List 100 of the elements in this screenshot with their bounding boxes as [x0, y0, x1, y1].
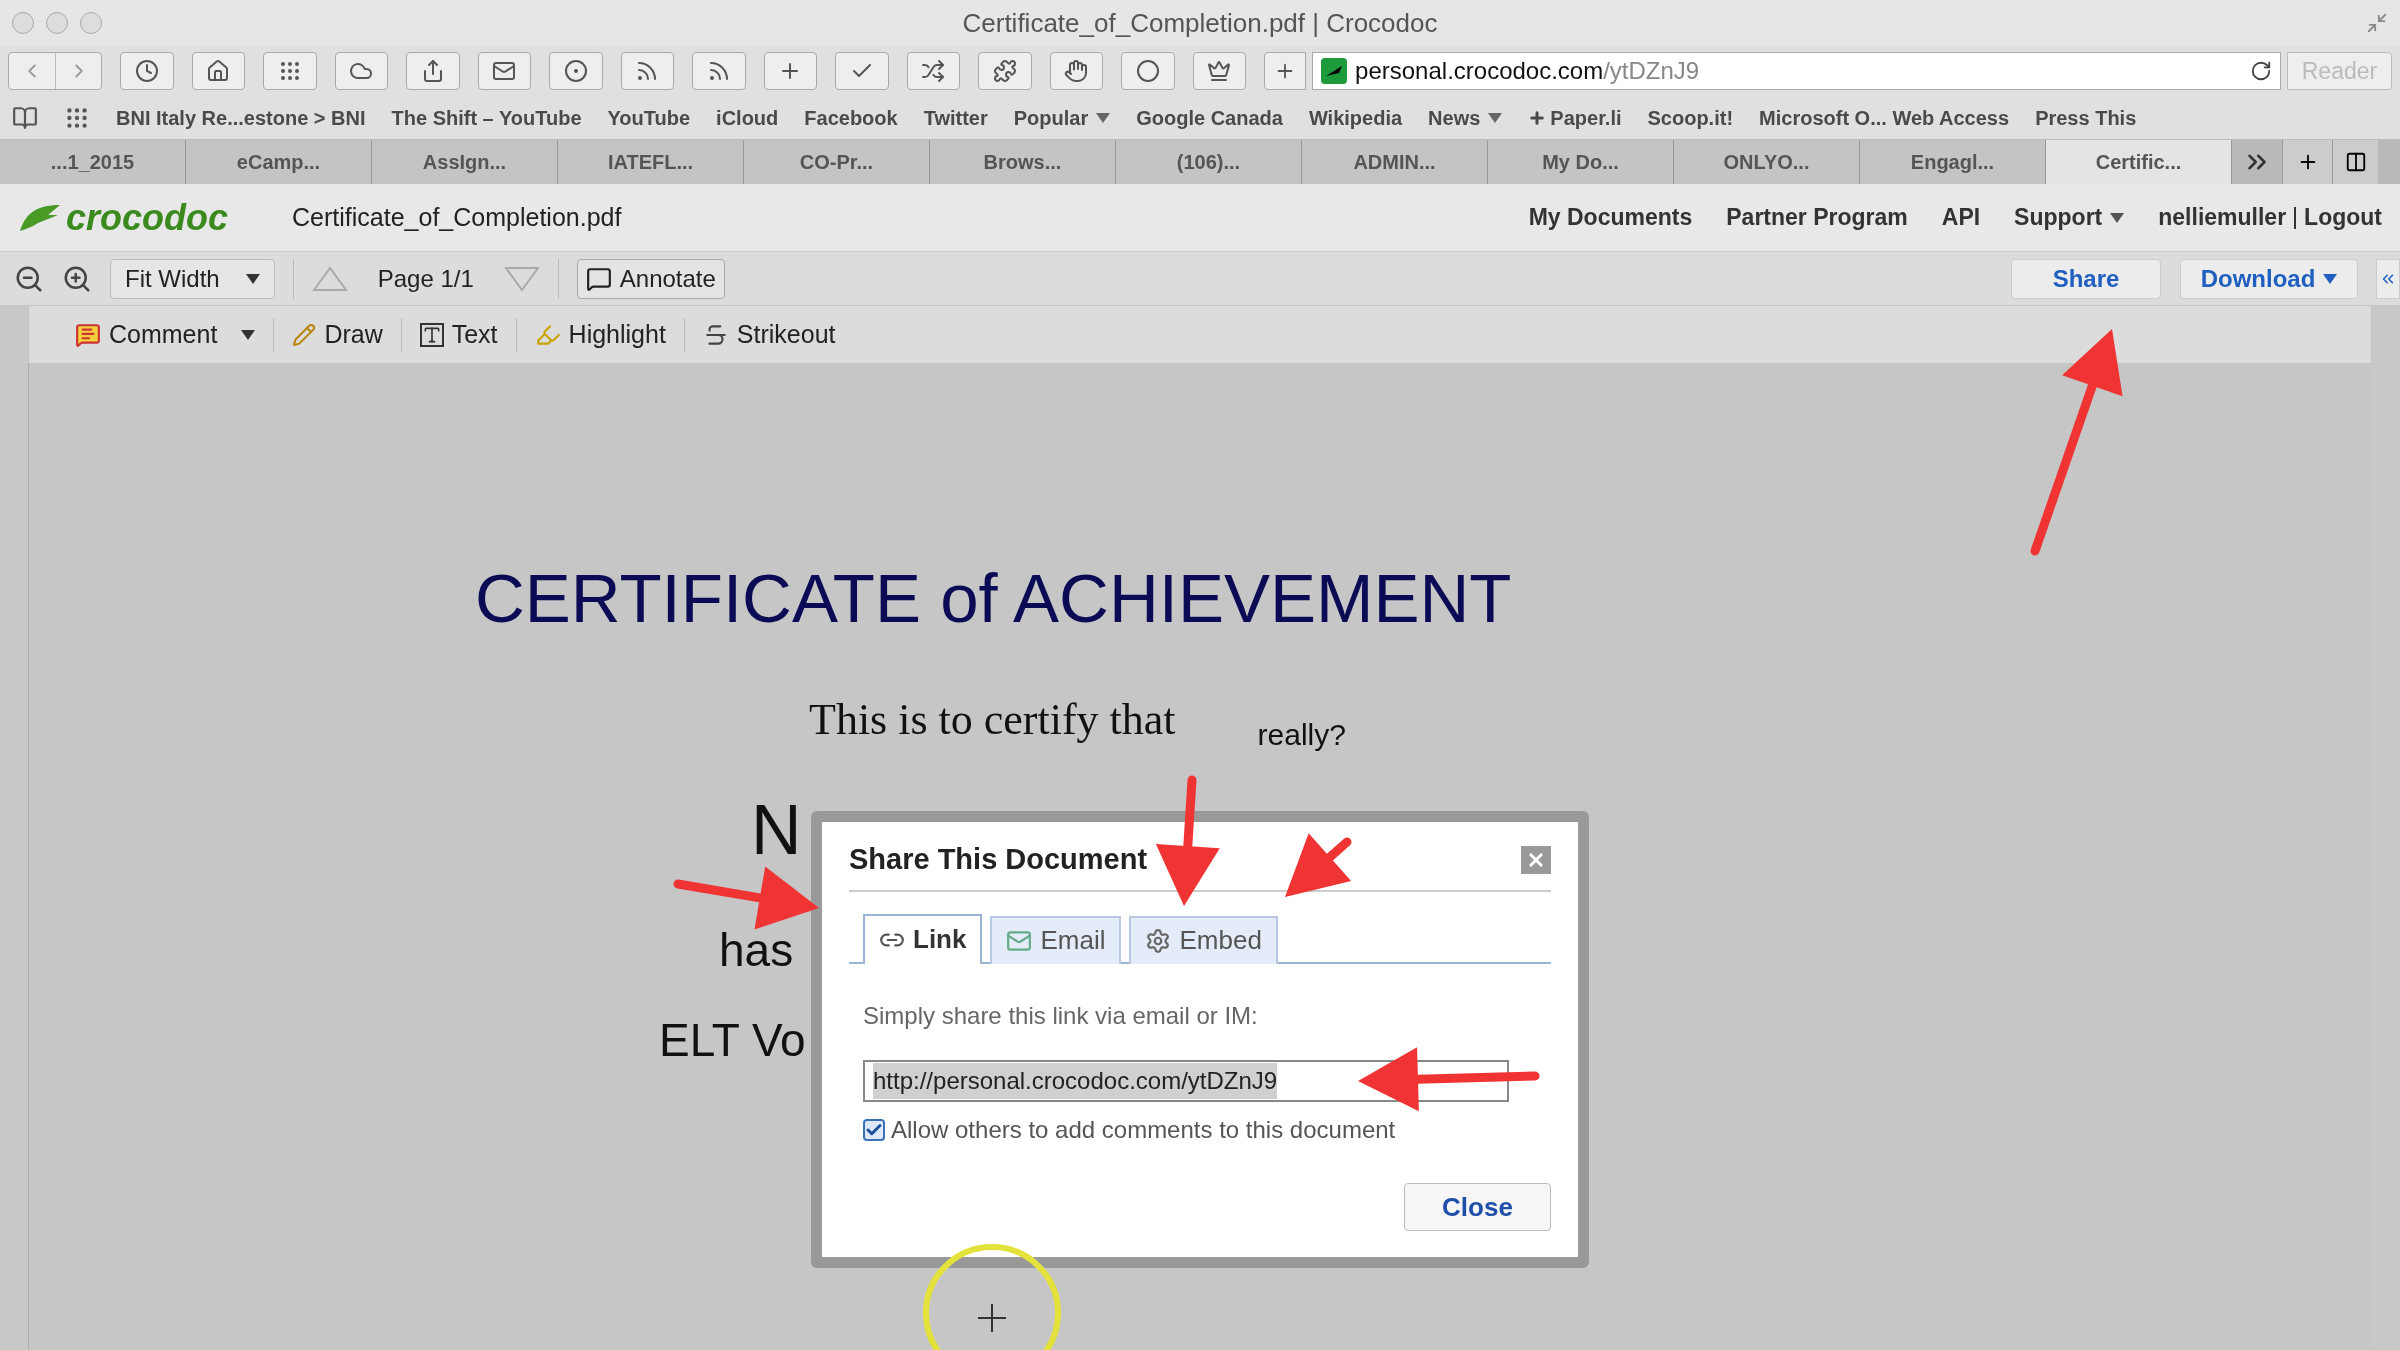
caret-icon — [1096, 112, 1111, 123]
bookmark-link[interactable]: Wikipedia — [1308, 102, 1403, 133]
bookmark-link[interactable]: BNI Italy Re...estone > BNI — [116, 102, 366, 133]
dialog-tab[interactable]: Embed — [1129, 915, 1278, 964]
circle-icon — [1135, 59, 1160, 83]
browser-tab[interactable]: My Do... — [1488, 140, 1674, 184]
nav-link[interactable]: API — [1941, 200, 1981, 235]
browser-tab[interactable]: ADMIN... — [1302, 140, 1488, 184]
browser-tab[interactable]: CO-Pr... — [744, 140, 930, 184]
certificate-title: CERTIFICATE of ACHIEVEMENT — [475, 564, 1512, 633]
nav-link[interactable]: My Documents — [1528, 200, 1693, 235]
toolbar-button[interactable] — [477, 52, 531, 90]
zoom-dropdown[interactable]: Fit Width — [110, 258, 275, 299]
logout-link[interactable]: Logout — [2304, 200, 2382, 235]
add-bookmark-button[interactable] — [1264, 52, 1307, 90]
instructions-text: Simply share this link via email or IM: — [863, 1000, 1259, 1031]
toolbar-button[interactable] — [334, 52, 388, 90]
fullscreen-icon[interactable] — [2366, 12, 2388, 34]
reload-icon[interactable] — [2249, 60, 2272, 82]
toolbar-button[interactable] — [1049, 52, 1103, 90]
toolbar-button[interactable] — [406, 52, 460, 90]
toolbar-button[interactable] — [191, 52, 245, 90]
collapse-button[interactable] — [2376, 258, 2400, 299]
annotation-tool[interactable]: Text — [415, 315, 502, 354]
dialog-tab[interactable]: Email — [990, 915, 1122, 964]
toolbar-button[interactable] — [120, 52, 174, 90]
toolbar-button[interactable] — [620, 52, 674, 90]
bookmark-link[interactable]: Scoop.it! — [1647, 102, 1734, 133]
checkbox-label: Allow others to add comments to this document — [891, 1114, 1396, 1145]
speech-bubble-icon — [585, 265, 612, 292]
bookmark-link[interactable]: Facebook — [804, 102, 898, 133]
site-icon — [1321, 58, 1348, 84]
address-bar[interactable]: personal.crocodoc.com/ytDZnJ9 — [1312, 52, 2281, 90]
caret-icon — [241, 329, 256, 340]
annotation-arrow — [1285, 833, 1352, 897]
certify-text: This is to certify that — [809, 694, 1176, 746]
close-button[interactable]: Close — [1404, 1183, 1551, 1231]
browser-tab[interactable]: Engagl... — [1860, 140, 2046, 184]
caret-icon — [245, 273, 260, 284]
recipient-name: N — [751, 795, 802, 865]
toolbar-button[interactable] — [549, 52, 603, 90]
bookmark-link[interactable]: Paper.li — [1528, 102, 1622, 133]
annotation-tool[interactable]: Strikeout — [698, 315, 840, 354]
bookmark-link[interactable]: The Shift – YouTube — [391, 102, 582, 133]
annotation-tool[interactable]: Draw — [288, 315, 387, 354]
mail-icon — [492, 59, 517, 83]
pencil-icon — [292, 322, 317, 347]
bookmark-link[interactable]: Twitter — [923, 102, 988, 133]
nav-link[interactable]: Partner Program — [1726, 200, 1908, 235]
toolbar-button[interactable] — [692, 52, 746, 90]
organization-text: ELT Vo — [659, 1017, 806, 1063]
comment-icon — [75, 321, 101, 348]
caret-icon — [2323, 273, 2338, 284]
annotation-tool[interactable]: Highlight — [530, 315, 670, 354]
browser-tab[interactable]: Brows... — [930, 140, 1116, 184]
nav-link[interactable]: Support — [2014, 200, 2125, 235]
bookmark-link[interactable]: Press This — [2035, 102, 2137, 133]
url-text: personal.crocodoc.com/ytDZnJ9 — [1355, 56, 1700, 86]
toolbar-button[interactable] — [1121, 52, 1175, 90]
toolbar-button[interactable] — [763, 52, 817, 90]
checkbox[interactable] — [863, 1118, 885, 1141]
new-tab-button[interactable] — [2282, 140, 2332, 184]
toolbar-button[interactable] — [263, 52, 317, 90]
dialog-title: Share This Document — [849, 842, 1148, 877]
annotate-button[interactable]: Annotate — [576, 258, 725, 299]
user-name[interactable]: nelliemuller — [2158, 200, 2287, 235]
bookmark-link[interactable]: YouTube — [607, 102, 691, 133]
browser-tab[interactable]: AssIgn... — [372, 140, 558, 184]
download-button[interactable]: Download — [2180, 258, 2358, 299]
logo[interactable]: crocodoc — [18, 190, 229, 245]
annotation-tool[interactable]: Comment — [71, 315, 260, 354]
share-button[interactable]: Share — [2011, 258, 2161, 299]
shuffle-icon — [921, 59, 946, 83]
text-tool-icon — [419, 322, 444, 347]
browser-tab[interactable]: IATEFL... — [558, 140, 744, 184]
comment-note: really? — [1257, 717, 1346, 753]
toolbar-button[interactable] — [1192, 52, 1246, 90]
file-name: Certificate_of_Completion.pdf — [292, 201, 622, 233]
bookmark-link[interactable]: News — [1428, 102, 1503, 133]
bookmark-link[interactable]: Popular — [1013, 102, 1111, 133]
sidebar-button[interactable] — [2332, 140, 2378, 184]
toolbar-button[interactable] — [978, 52, 1032, 90]
browser-tab[interactable]: ...1_2015 — [0, 140, 186, 184]
browser-tab[interactable]: Certific... — [2046, 140, 2232, 184]
gear-icon — [1145, 927, 1172, 954]
bookmark-link[interactable]: Microsoft O... Web Access — [1759, 102, 2010, 133]
toolbar-button[interactable] — [906, 52, 960, 90]
page-indicator: Page 1/1 — [377, 263, 474, 294]
dialog-tab[interactable]: Link — [863, 913, 983, 964]
bookmark-link[interactable]: iCloud — [716, 102, 779, 133]
bookmark-link[interactable]: Google Canada — [1136, 102, 1283, 133]
reading-list-icon[interactable] — [12, 104, 38, 131]
toolbar-button[interactable] — [835, 52, 889, 90]
puzzle-icon — [992, 59, 1017, 83]
window-title: Certificate_of_Completion.pdf | Crocodoc — [962, 6, 1438, 40]
close-icon[interactable] — [1521, 845, 1551, 874]
browser-tab[interactable]: ONLYO... — [1674, 140, 1860, 184]
caret-icon — [2110, 212, 2125, 223]
browser-tab[interactable]: (106)... — [1116, 140, 1302, 184]
browser-tab[interactable]: eCamp... — [186, 140, 372, 184]
